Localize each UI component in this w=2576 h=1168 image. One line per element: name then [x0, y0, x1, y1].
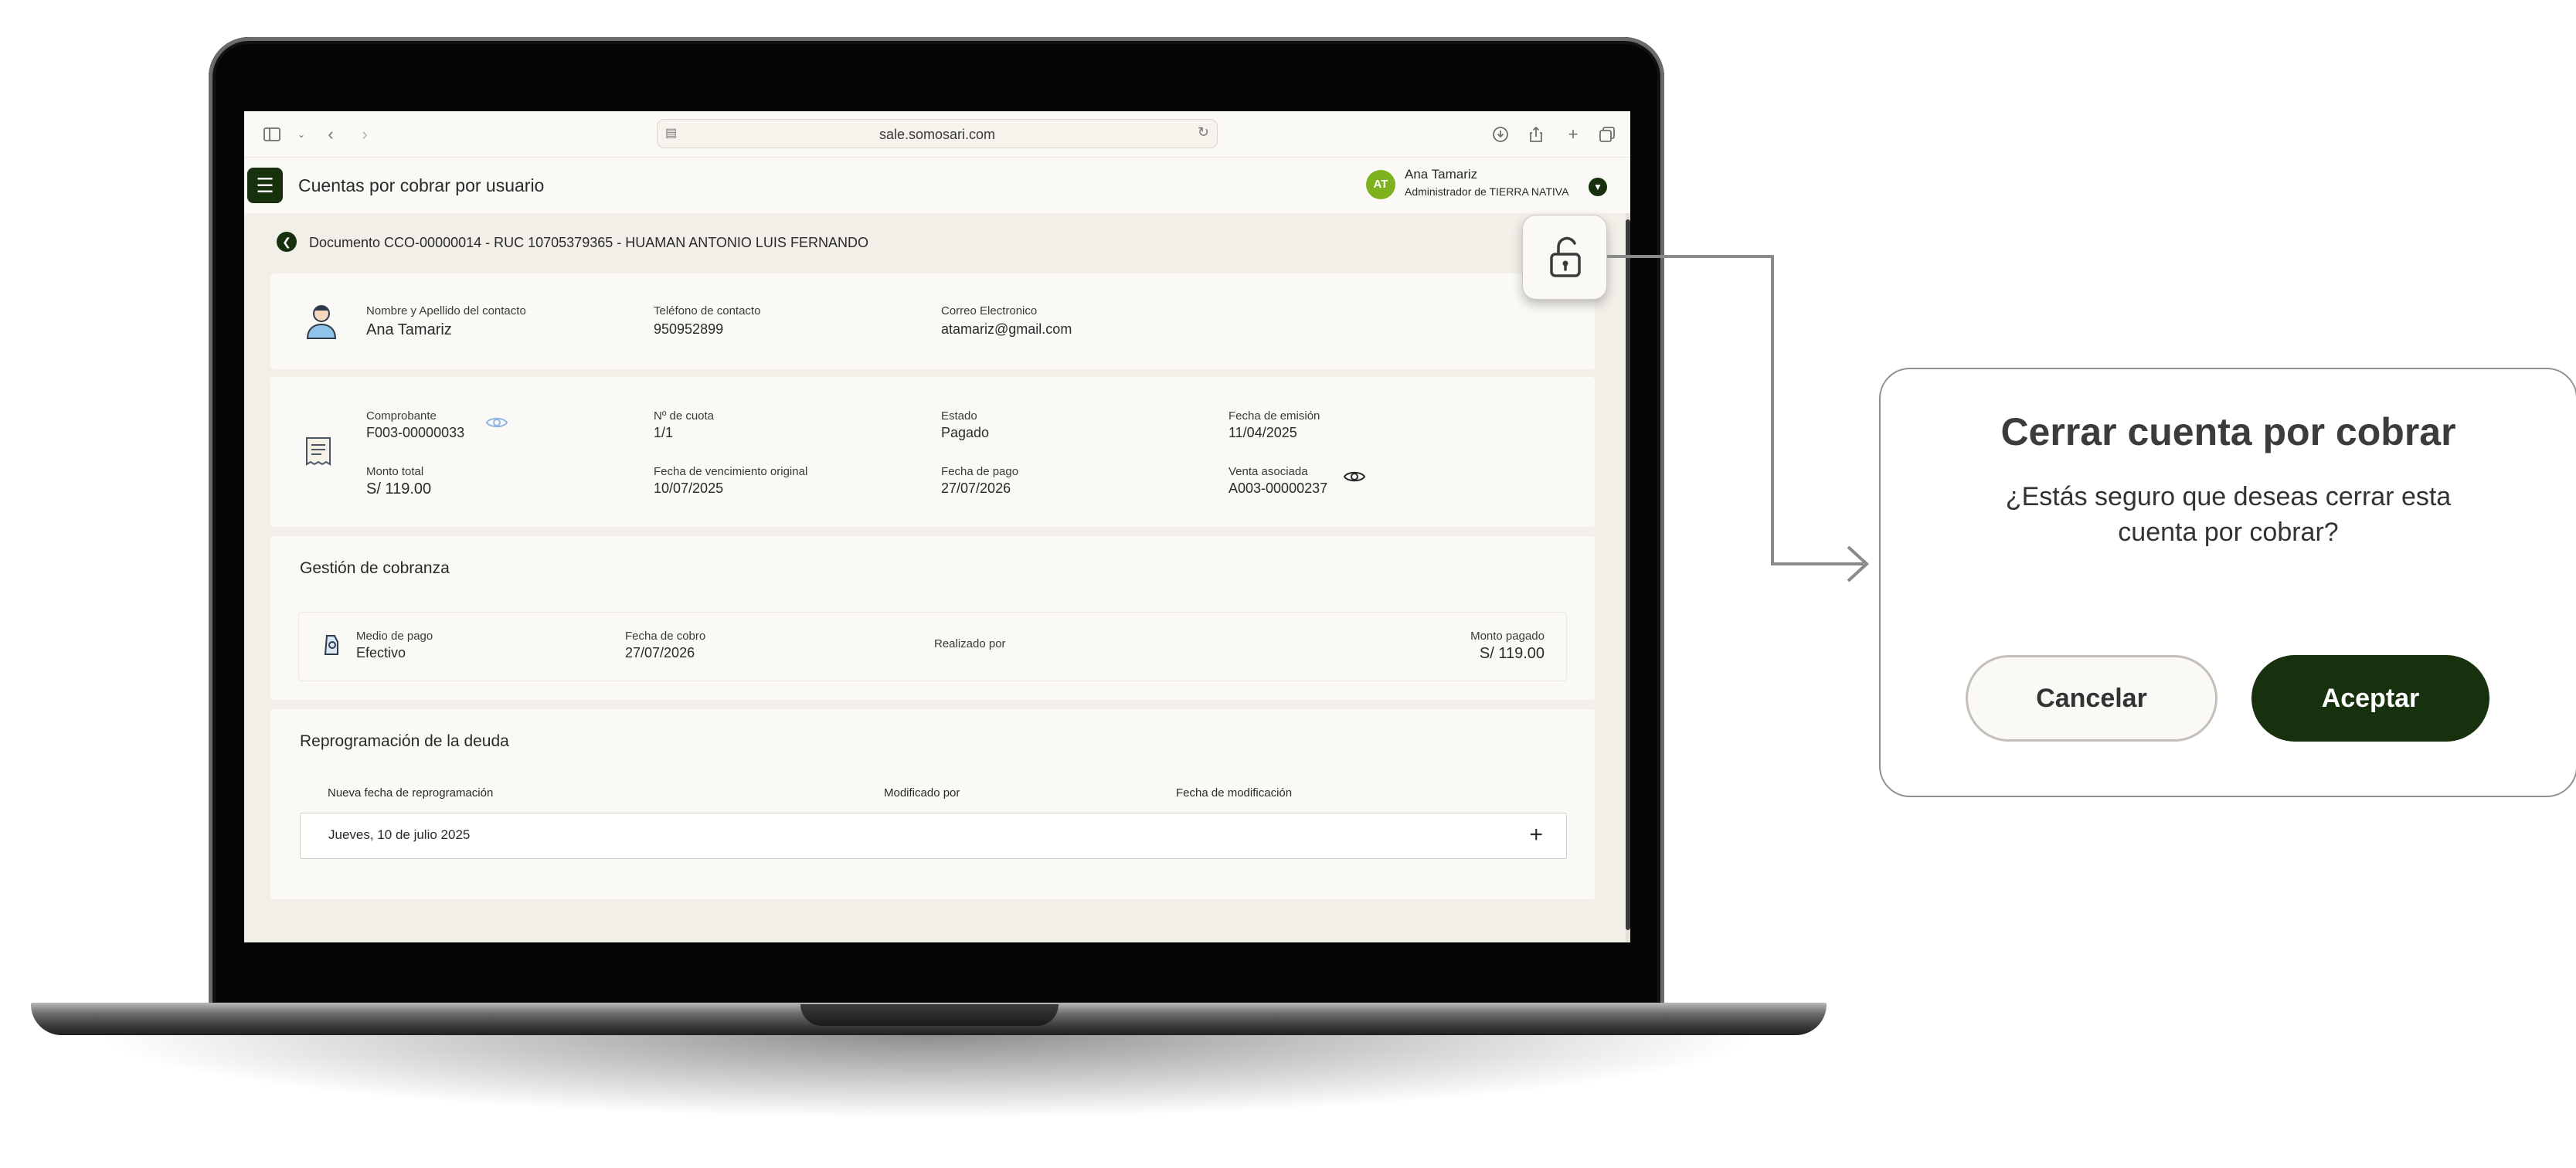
- stage: ⌄ ‹ › ▤ sale.somosari.com ↻ + ☰ Cuentas …: [0, 0, 2576, 1168]
- cancel-button[interactable]: Cancelar: [1966, 655, 2217, 742]
- modal-body: ¿Estás seguro que deseas cerrar esta cue…: [2005, 482, 2452, 547]
- accept-button[interactable]: Aceptar: [2251, 655, 2489, 742]
- modal-title: Cerrar cuenta por cobrar: [2000, 410, 2456, 453]
- confirm-modal: Cerrar cuenta por cobrar ¿Estás seguro q…: [1879, 368, 2576, 797]
